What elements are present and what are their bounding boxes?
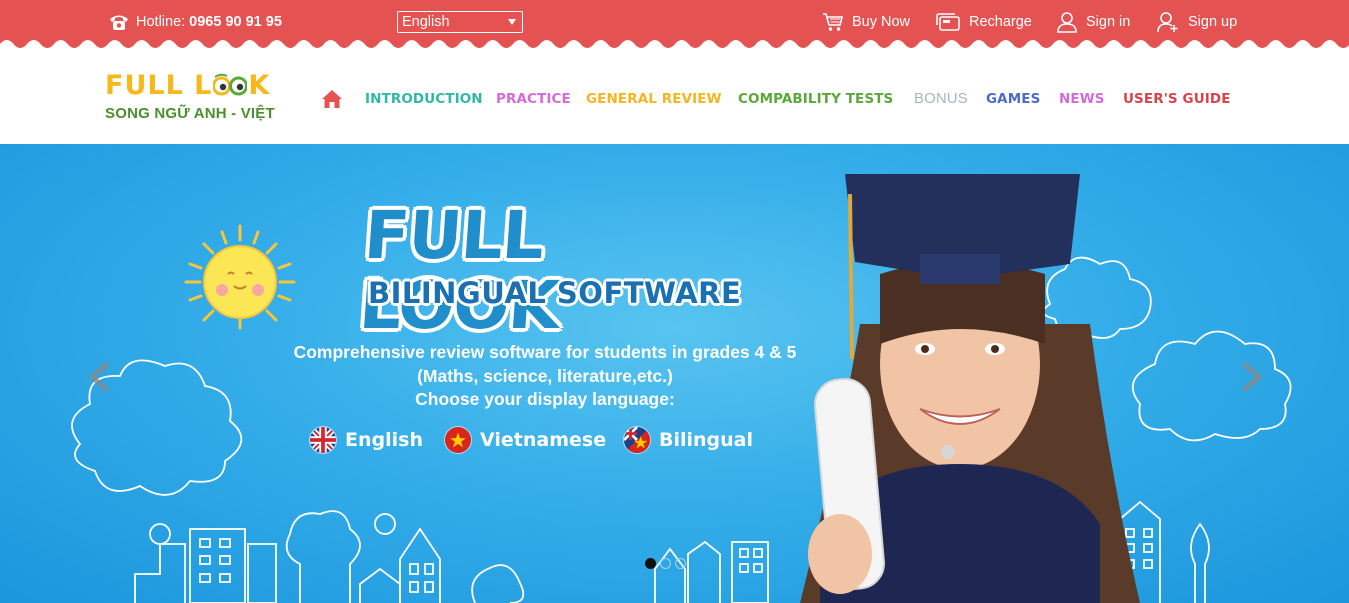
city-skyline-left [134,510,525,603]
add-user-icon [1157,12,1178,33]
option-bilingual-label: Bilingual [659,429,754,451]
hero-subtitle: BILINGUAL SOFTWARE [368,276,742,310]
sign-in-label: Sign in [1086,14,1131,30]
nav-practice[interactable]: PRACTICE [496,91,571,107]
language-select-value: English [402,14,450,30]
cart-icon [823,13,844,31]
logo-title-part2: K [248,70,271,101]
slider-dot-3[interactable] [675,558,686,569]
nav-compability-tests[interactable]: COMPABILITY TESTS [738,91,893,107]
top-bar: Hotline: 0965 90 91 95 English Buy Now R… [0,0,1349,56]
site-logo[interactable]: FULL L K SONG NGỮ ANH - VIỆT [105,71,280,127]
uk-flag-icon [309,426,337,454]
main-header: FULL L K SONG NGỮ ANH - VIỆT INTRODUCTIO… [0,56,1349,144]
logo-title-part1: FULL L [105,70,213,101]
hero-desc-line1: Comprehensive review software for studen… [293,342,797,362]
home-icon[interactable] [321,89,343,109]
hotline-label: Hotline: [136,14,186,30]
slider-dot-2[interactable] [660,558,671,569]
option-english-label: English [345,429,423,451]
hero-description: Comprehensive review software for studen… [280,341,810,412]
logo-eyes-icon [213,73,248,99]
language-select[interactable]: English [397,11,523,33]
slider-next-arrow-icon[interactable] [1239,362,1263,392]
buy-now-link[interactable]: Buy Now [822,11,910,33]
option-vietnamese-label: Vietnamese [480,429,607,451]
sign-in-link[interactable]: Sign in [1056,11,1130,33]
dropdown-arrow-icon [508,19,516,25]
hotline: Hotline: 0965 90 91 95 [108,12,282,32]
sun-icon [184,224,296,330]
nav-users-guide[interactable]: USER'S GUIDE [1123,91,1231,107]
slider-dot-1[interactable] [645,558,656,569]
card-icon [936,13,960,31]
hero-desc-line3: Choose your display language: [415,389,675,409]
logo-subtitle: SONG NGỮ ANH - VIỆT [105,105,275,122]
sign-up-link[interactable]: Sign up [1156,11,1237,33]
sign-up-label: Sign up [1188,14,1238,30]
language-option-english[interactable]: English [309,426,423,454]
hero-slider: FULL LOOK BILINGUAL SOFTWARE Comprehensi… [0,144,1349,603]
slider-prev-arrow-icon[interactable] [88,362,112,392]
vietnam-flag-icon [444,426,472,454]
nav-general-review[interactable]: GENERAL REVIEW [586,91,722,107]
phone-icon [110,15,128,30]
recharge-label: Recharge [969,14,1032,30]
nav-news[interactable]: NEWS [1059,91,1105,107]
bilingual-flag-icon [623,426,651,454]
student-graduate-image [800,174,1140,603]
hotline-number[interactable]: 0965 90 91 95 [189,14,282,30]
slider-dots [645,558,690,569]
nav-introduction[interactable]: INTRODUCTION [365,91,483,107]
logo-title: FULL L K [105,71,280,101]
hero-title: FULL LOOK [356,197,562,344]
user-icon [1057,12,1077,33]
recharge-link[interactable]: Recharge [935,11,1032,33]
nav-bonus[interactable]: BONUS [914,90,968,107]
hero-desc-line2: (Maths, science, literature,etc.) [417,365,673,386]
buy-now-label: Buy Now [852,14,911,30]
nav-games[interactable]: GAMES [986,91,1040,107]
language-option-vietnamese[interactable]: Vietnamese [444,426,606,454]
language-option-bilingual[interactable]: Bilingual [623,426,753,454]
